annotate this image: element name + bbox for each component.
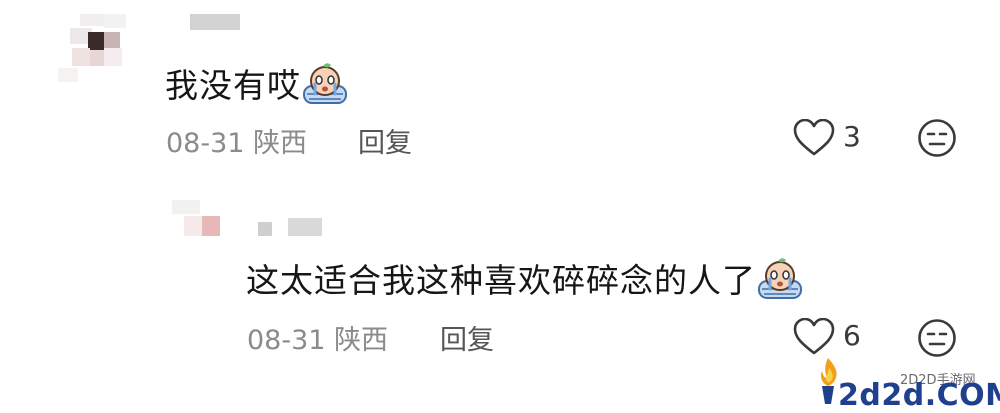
heart-icon: [793, 119, 835, 156]
avatar[interactable]: [172, 200, 230, 244]
comment-date: 08-31: [247, 325, 326, 356]
username-redacted[interactable]: [190, 14, 240, 30]
username-redacted[interactable]: [288, 218, 322, 236]
like-count: 6: [843, 319, 861, 352]
heart-icon: [793, 318, 835, 355]
comment-meta: 08-31 陕西: [247, 318, 388, 357]
crying-sticker-icon: [756, 257, 804, 309]
like-button[interactable]: 6: [793, 316, 867, 358]
meh-face-icon[interactable]: [917, 318, 957, 362]
comment-text: 我没有哎: [165, 59, 349, 114]
avatar[interactable]: [58, 14, 130, 86]
username-redacted[interactable]: [258, 222, 272, 236]
reply-button[interactable]: 回复: [440, 318, 494, 357]
meh-face-icon[interactable]: [917, 118, 957, 162]
comment-location: 陕西: [253, 128, 308, 159]
reply-button[interactable]: 回复: [358, 121, 412, 160]
comment-meta: 08-31 陕西: [166, 121, 307, 160]
like-count: 3: [843, 120, 861, 153]
comment-date: 08-31: [166, 128, 245, 159]
crying-sticker-icon: [301, 62, 349, 114]
like-button[interactable]: 3: [793, 117, 867, 159]
comment-location: 陕西: [334, 325, 389, 356]
comment-text: 这太适合我这种喜欢碎碎念的人了: [246, 254, 804, 309]
